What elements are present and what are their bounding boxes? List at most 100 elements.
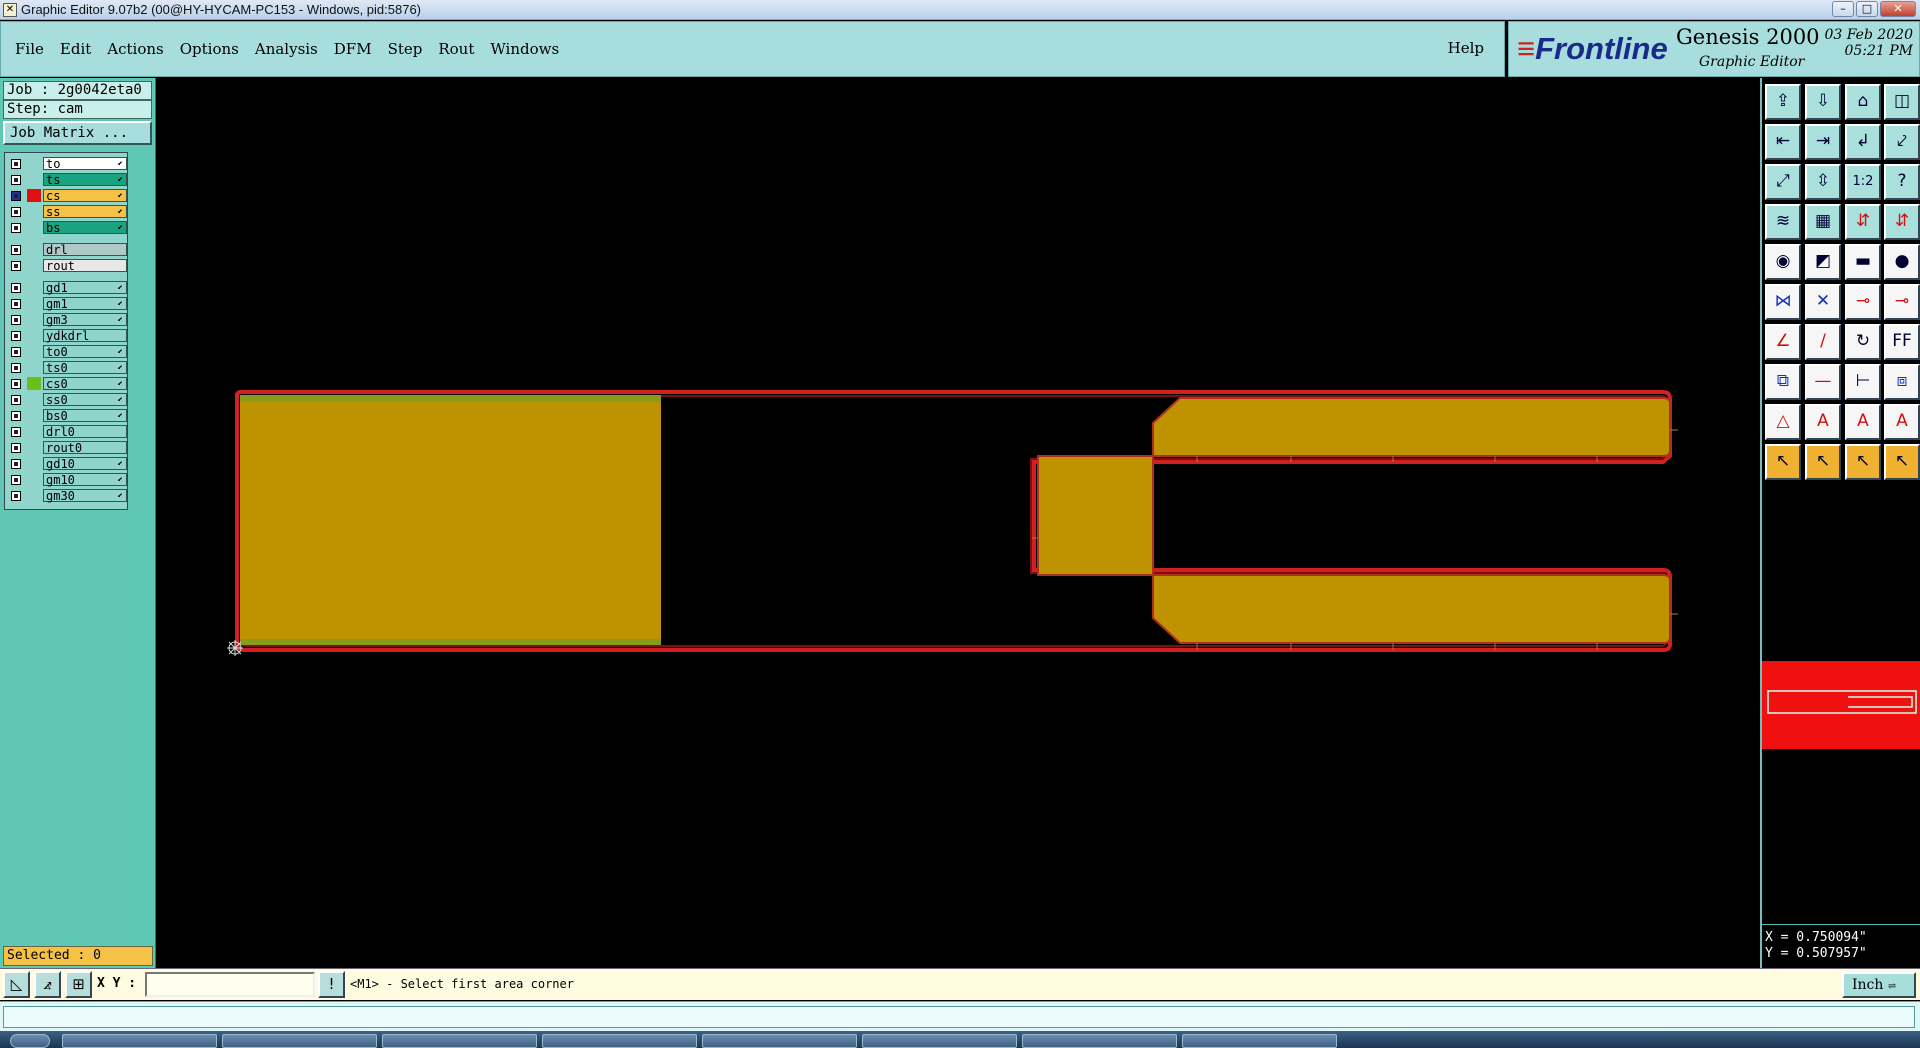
layers-settings-icon[interactable]: ≋	[1765, 204, 1801, 240]
layer-color-swatch[interactable]	[27, 297, 41, 310]
layer-color-swatch[interactable]	[27, 425, 41, 438]
snap-icon[interactable]: ⤦	[1884, 124, 1920, 160]
draw-slash-icon[interactable]: /	[1805, 324, 1841, 360]
layer-color-swatch[interactable]	[27, 473, 41, 486]
menu-help[interactable]: Help	[1448, 39, 1484, 57]
circle-dot-icon[interactable]: ●	[1884, 244, 1920, 280]
layer-row-ydkdrl[interactable]: ydkdrl	[5, 328, 127, 343]
job-matrix-button[interactable]: Job Matrix ...	[3, 121, 152, 145]
draw-line-icon[interactable]: ∠	[1765, 324, 1801, 360]
layer-color-swatch[interactable]	[27, 205, 41, 218]
layer-color-swatch[interactable]	[27, 189, 41, 202]
layer-name[interactable]: gm30 ⬋	[43, 489, 127, 503]
pad-icon[interactable]: ◉	[1765, 244, 1801, 280]
layer-checkbox[interactable]	[11, 159, 21, 169]
taskbar-item[interactable]	[62, 1034, 217, 1048]
layer-color-swatch[interactable]	[27, 173, 41, 186]
layer-checkbox[interactable]	[11, 191, 21, 201]
taskbar-item[interactable]	[542, 1034, 697, 1048]
layer-checkbox[interactable]	[11, 207, 21, 217]
layer-color-swatch[interactable]	[27, 441, 41, 454]
copy-shape-icon[interactable]: ⧉	[1765, 364, 1801, 400]
start-button[interactable]	[10, 1034, 50, 1048]
layer-color-swatch[interactable]	[27, 243, 41, 256]
layer-row-bs0[interactable]: bs0 ⬋	[5, 408, 127, 423]
layer-row-ss0[interactable]: ss0 ⬋	[5, 392, 127, 407]
layer-name[interactable]: ss ⬋	[43, 205, 127, 219]
layer-name[interactable]: to0 ⬋	[43, 345, 127, 359]
layer-row-ts0[interactable]: ts0 ⬋	[5, 360, 127, 375]
layer-row-to[interactable]: to ⬋	[5, 156, 127, 171]
layer-color-swatch[interactable]	[27, 157, 41, 170]
overview-map[interactable]	[1762, 661, 1920, 749]
layer-color-swatch[interactable]	[27, 259, 41, 272]
layer-color-swatch[interactable]	[27, 457, 41, 470]
layer-name[interactable]: bs0 ⬋	[43, 409, 127, 423]
grid-snap-button[interactable]: ⊞	[65, 971, 92, 998]
zoom-extents-icon[interactable]: ⤢	[1765, 164, 1801, 200]
layer-name[interactable]: drl	[43, 243, 127, 257]
angle-mode-button[interactable]: ⦨	[34, 971, 61, 998]
menu-windows[interactable]: Windows	[490, 40, 559, 58]
layer-row-rout0[interactable]: rout0	[5, 440, 127, 455]
layer-checkbox[interactable]	[11, 475, 21, 485]
layer-row-gm30[interactable]: gm30 ⬋	[5, 488, 127, 503]
layer-row-bs[interactable]: bs ⬋	[5, 220, 127, 235]
select-shapes-icon[interactable]: ⧈	[1884, 364, 1920, 400]
layer-name[interactable]: gm1 ⬋	[43, 297, 127, 311]
layer-checkbox[interactable]	[11, 443, 21, 453]
layer-checkbox[interactable]	[11, 363, 21, 373]
text-a-line-icon[interactable]: A	[1884, 404, 1920, 440]
alert-icon[interactable]: !	[318, 971, 345, 998]
menu-file[interactable]: File	[15, 40, 44, 58]
layer-row-ts[interactable]: ts ⬋	[5, 172, 127, 187]
minimize-button[interactable]: –	[1832, 1, 1854, 17]
zoom-home-icon[interactable]: ⇪	[1765, 84, 1801, 120]
xy-input[interactable]	[145, 972, 315, 997]
menu-edit[interactable]: Edit	[60, 40, 91, 58]
layer-checkbox[interactable]	[11, 315, 21, 325]
layer-row-to0[interactable]: to0 ⬋	[5, 344, 127, 359]
menu-actions[interactable]: Actions	[107, 40, 163, 58]
layer-row-rout[interactable]: rout	[5, 258, 127, 273]
node-link-icon[interactable]: ⊸	[1845, 284, 1881, 320]
layer-checkbox[interactable]	[11, 379, 21, 389]
layer-checkbox[interactable]	[11, 491, 21, 501]
layer-checkbox[interactable]	[11, 261, 21, 271]
layer-color-swatch[interactable]	[27, 329, 41, 342]
pan-right-icon[interactable]: ⇥	[1805, 124, 1841, 160]
maximize-button[interactable]: □	[1856, 1, 1878, 17]
layer-checkbox[interactable]	[11, 411, 21, 421]
align-red-2-icon[interactable]: ⇵	[1884, 204, 1920, 240]
zoom-center-icon[interactable]: ⇳	[1805, 164, 1841, 200]
mirror-ff-icon[interactable]: FF	[1884, 324, 1920, 360]
layer-name[interactable]: bs ⬋	[43, 221, 127, 235]
layer-checkbox[interactable]	[11, 175, 21, 185]
help-question-icon[interactable]: ?	[1884, 164, 1920, 200]
taskbar-item[interactable]	[222, 1034, 377, 1048]
layer-row-gd1[interactable]: gd1 ⬋	[5, 280, 127, 295]
layer-checkbox[interactable]	[11, 347, 21, 357]
layer-color-swatch[interactable]	[27, 221, 41, 234]
snap-back-icon[interactable]: ↲	[1845, 124, 1881, 160]
line-diagonal-icon[interactable]: ◩	[1805, 244, 1841, 280]
layer-row-ss[interactable]: ss ⬋	[5, 204, 127, 219]
layer-name[interactable]: ydkdrl	[43, 329, 127, 343]
select-arrow-circle-icon[interactable]: ↖	[1845, 444, 1881, 480]
graphic-canvas[interactable]	[158, 78, 1759, 968]
pan-left-icon[interactable]: ⇤	[1765, 124, 1801, 160]
layer-checkbox[interactable]	[11, 245, 21, 255]
menu-step[interactable]: Step	[388, 40, 423, 58]
unit-selector[interactable]: Inch ⇌	[1842, 972, 1916, 998]
layer-color-swatch[interactable]	[27, 313, 41, 326]
layer-row-gm10[interactable]: gm10 ⬋	[5, 472, 127, 487]
layer-row-gm3[interactable]: gm3 ⬋	[5, 312, 127, 327]
layer-name[interactable]: ts0 ⬋	[43, 361, 127, 375]
snap-mode-button[interactable]: ◺	[3, 971, 30, 998]
select-arrow-net-icon[interactable]: ↖	[1884, 444, 1920, 480]
taskbar-item[interactable]	[702, 1034, 857, 1048]
menu-dfm[interactable]: DFM	[334, 40, 372, 58]
layer-name[interactable]: ss0 ⬋	[43, 393, 127, 407]
layer-checkbox[interactable]	[11, 395, 21, 405]
layer-row-cs0[interactable]: cs0 ⬋	[5, 376, 127, 391]
